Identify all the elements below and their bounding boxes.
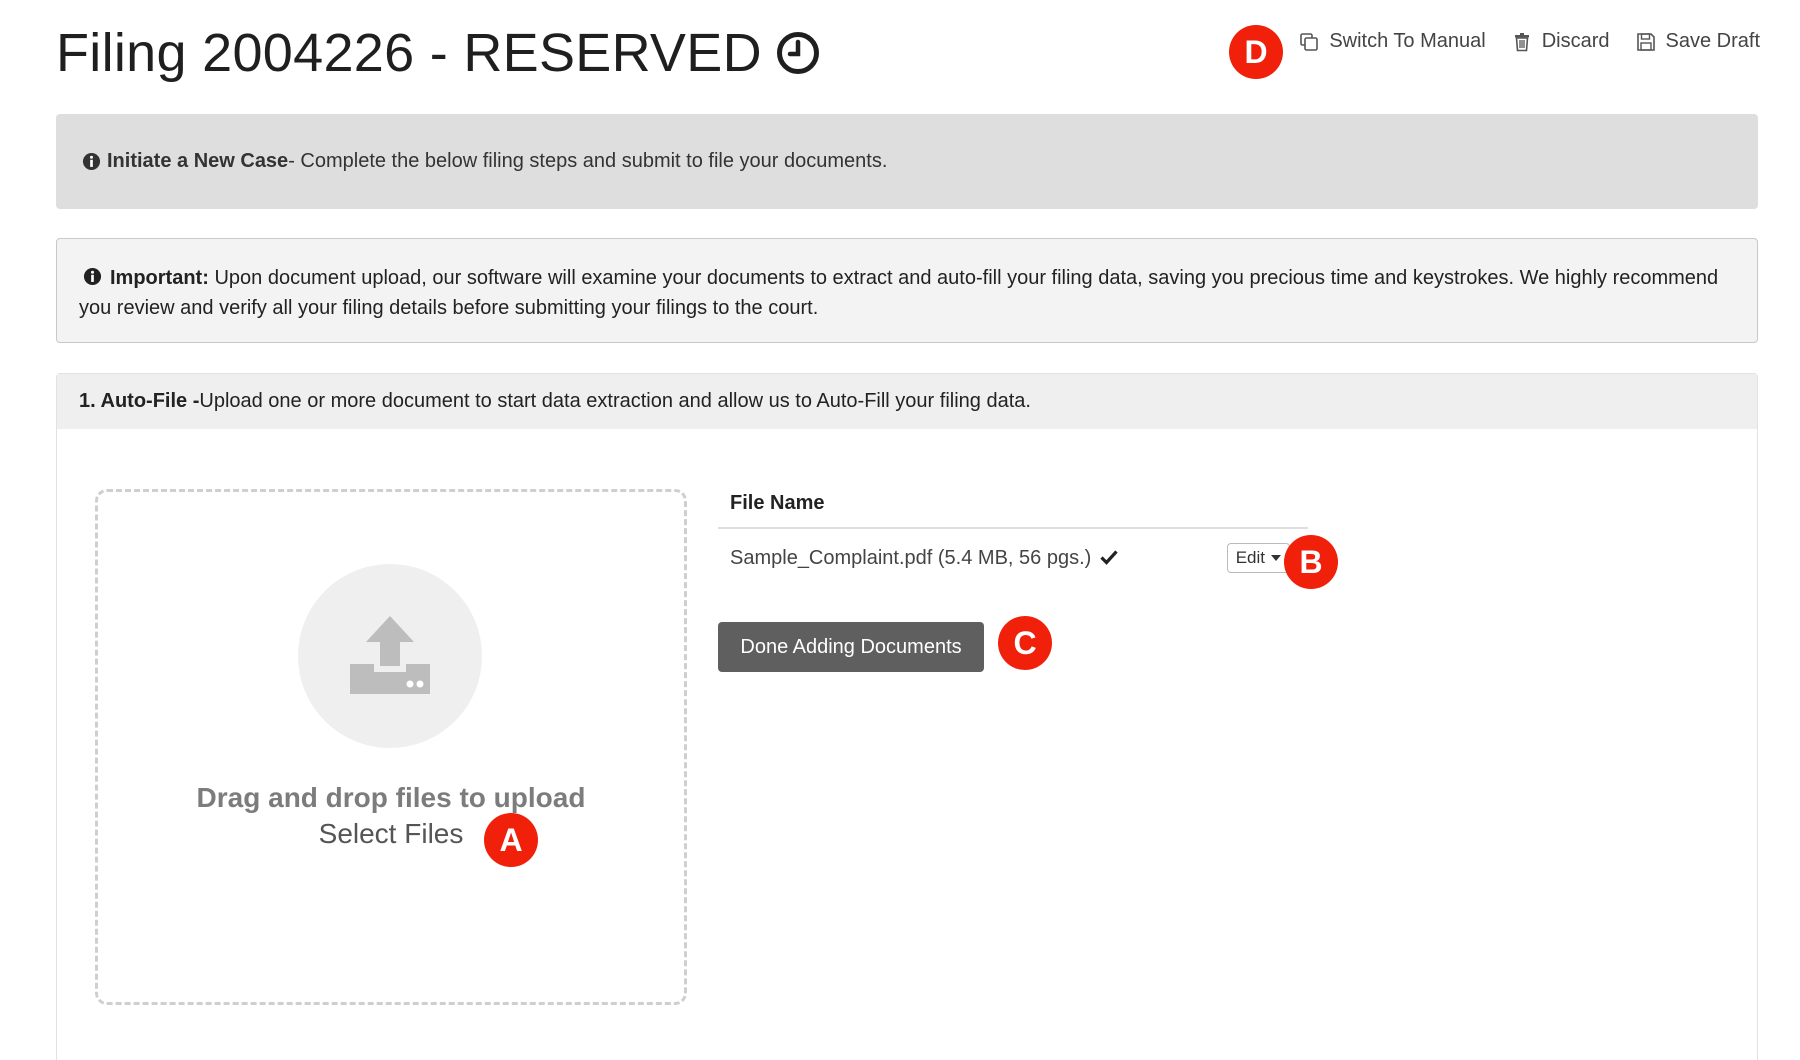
important-title: Important: [110,267,209,289]
initiate-case-title: Initiate a New Case [107,150,289,172]
file-name-header: File Name [718,486,1308,529]
file-name: Sample_Complaint.pdf (5.4 MB, 56 pgs.) [730,546,1092,569]
initiate-case-text: - Complete the below filing steps and su… [288,150,888,172]
select-files-link[interactable]: Select Files [98,818,684,850]
important-banner: Important: Upon document upload, our sof… [56,238,1758,343]
file-dropzone[interactable]: Drag and drop files to upload Select Fil… [95,489,687,1005]
upload-icon [350,616,430,694]
trash-icon [1514,32,1529,51]
floppy-disk-icon [1636,32,1655,51]
caret-down-icon [1271,555,1281,561]
auto-file-step-text: Upload one or more document to start dat… [199,390,1031,412]
marker-c: C [998,616,1052,670]
switch-to-manual-label: Switch To Manual [1329,30,1486,52]
switch-to-manual-button[interactable]: Switch To Manual [1299,30,1486,53]
files-table: File Name Sample_Complaint.pdf (5.4 MB, … [718,486,1318,587]
table-row: Sample_Complaint.pdf (5.4 MB, 56 pgs.) E… [718,529,1308,587]
discard-button[interactable]: Discard [1512,30,1610,53]
info-icon [82,152,101,171]
copy-icon [1300,32,1319,51]
edit-label: Edit [1235,548,1265,567]
top-actions: Switch To Manual Discard Save Draft [1299,30,1760,53]
page-title: Filing 2004226 - RESERVED [56,22,820,84]
discard-label: Discard [1541,30,1610,52]
save-draft-button[interactable]: Save Draft [1636,30,1760,53]
important-text: Upon document upload, our software will … [79,267,1719,319]
initiate-case-banner: Initiate a New Case - Complete the below… [56,114,1758,209]
auto-file-panel: 1. Auto-File - Upload one or more docume… [56,373,1758,1060]
done-adding-documents-button[interactable]: Done Adding Documents [718,622,984,672]
clock-icon [776,32,819,74]
checkmark-icon [1100,549,1118,565]
edit-dropdown-button[interactable]: Edit [1226,543,1290,573]
marker-a: A [484,813,538,867]
auto-file-step-title: 1. Auto-File - [79,390,200,412]
save-draft-label: Save Draft [1665,30,1760,52]
marker-b: B [1284,535,1338,589]
dropzone-title: Drag and drop files to upload [196,782,586,813]
marker-d: D [1229,25,1283,79]
info-icon [83,267,102,286]
auto-file-header: 1. Auto-File - Upload one or more docume… [57,374,1757,429]
file-name-cell: Sample_Complaint.pdf (5.4 MB, 56 pgs.) [730,547,1227,570]
upload-icon-circle [298,564,482,748]
page-title-text: Filing 2004226 - RESERVED [56,23,762,83]
